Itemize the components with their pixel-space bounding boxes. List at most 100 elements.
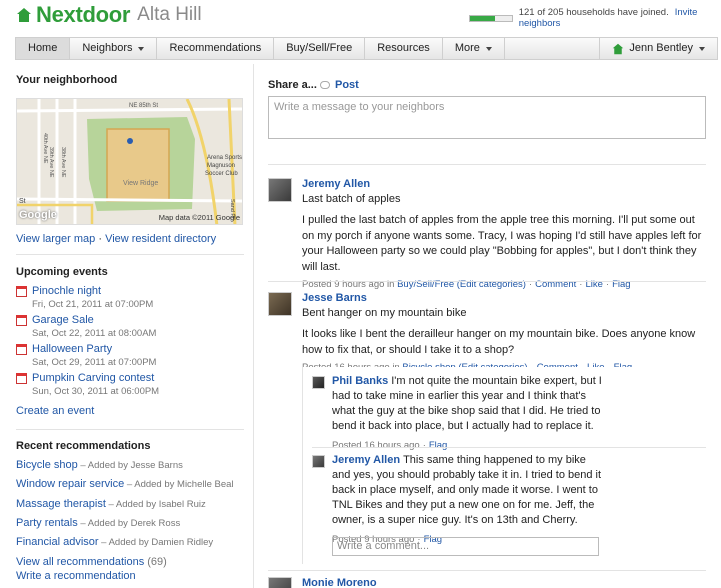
feed-divider bbox=[268, 281, 706, 282]
main-nav: Home Neighbors Recommendations Buy/Sell/… bbox=[15, 37, 718, 60]
comment-divider bbox=[312, 447, 706, 448]
avatar[interactable] bbox=[268, 577, 292, 588]
logo[interactable]: Nextdoor Alta Hill bbox=[16, 2, 202, 28]
recommender-link[interactable]: Isabel Ruiz bbox=[159, 499, 206, 510]
view-all-recommendations-link[interactable]: View all recommendations bbox=[16, 556, 144, 568]
view-larger-map-link[interactable]: View larger map bbox=[16, 233, 95, 245]
create-event-link[interactable]: Create an event bbox=[16, 405, 94, 417]
recommendation-item: Bicycle shop – Added by Jesse Barns bbox=[16, 459, 183, 471]
nav-buy-sell-free[interactable]: Buy/Sell/Free bbox=[274, 38, 366, 59]
nav-buy-sell-free-label: Buy/Sell/Free bbox=[286, 42, 353, 54]
recommendations-count: (69) bbox=[147, 556, 167, 568]
view-all-recommendations: View all recommendations (69) bbox=[16, 556, 167, 568]
calendar-icon bbox=[16, 373, 27, 384]
house-logo-icon bbox=[17, 8, 31, 22]
households-count: 121 of 205 households have joined. bbox=[518, 7, 669, 18]
comment-author-link[interactable]: Jeremy Allen bbox=[332, 454, 400, 466]
event-date: Sun, Oct 30, 2011 at 06:00PM bbox=[32, 386, 160, 397]
recent-recommendations-title: Recent recommendations bbox=[16, 440, 151, 452]
post-body: Jesse Barns Bent hanger on my mountain b… bbox=[302, 292, 702, 373]
added-by-text: – Added by bbox=[98, 537, 152, 548]
column-divider bbox=[253, 64, 254, 588]
chevron-down-icon bbox=[699, 46, 705, 51]
nav-resources[interactable]: Resources bbox=[365, 38, 443, 59]
map-links: View larger map · View resident director… bbox=[16, 233, 216, 245]
map-label: 39th Ave NE bbox=[48, 147, 54, 178]
recommendation-link[interactable]: Massage therapist bbox=[16, 498, 106, 510]
post-body: Jeremy Allen Last batch of apples I pull… bbox=[302, 178, 702, 290]
chevron-down-icon bbox=[485, 46, 492, 51]
progress-fill bbox=[470, 15, 495, 21]
event-info: Halloween Party Sat, Oct 29, 2011 at 07:0… bbox=[32, 343, 156, 368]
recommender-link[interactable]: Derek Ross bbox=[131, 518, 181, 529]
post-text: I pulled the last batch of apples from t… bbox=[302, 214, 702, 273]
progress-text: 121 of 205 households have joined. Invite… bbox=[519, 7, 721, 29]
nav-more[interactable]: More bbox=[443, 38, 505, 59]
author-link[interactable]: Jeremy Allen bbox=[302, 178, 370, 190]
map-links-separator: · bbox=[95, 233, 106, 245]
map-label: 40th Ave NE bbox=[42, 133, 48, 164]
map-label: Soccer Club bbox=[205, 171, 238, 177]
neighborhood-map[interactable]: NE 85th St 40th Ave NE 39th Ave NE 38th … bbox=[16, 98, 243, 225]
avatar[interactable] bbox=[312, 455, 325, 468]
avatar[interactable] bbox=[312, 376, 325, 389]
calendar-icon bbox=[16, 286, 27, 297]
recommendation-link[interactable]: Bicycle shop bbox=[16, 459, 78, 471]
comment-body: Phil Banks I'm not quite the mountain bik… bbox=[332, 374, 602, 453]
recommendation-item: Window repair service – Added by Michell… bbox=[16, 478, 234, 490]
recommender-link[interactable]: Damien Ridley bbox=[151, 537, 213, 548]
recommendation-item: Financial advisor – Added by Damien Ridl… bbox=[16, 536, 213, 548]
nav-recommendations[interactable]: Recommendations bbox=[157, 38, 275, 59]
map-attribution: Map data ©2011 Google bbox=[158, 213, 240, 222]
added-by-text: – Added by bbox=[105, 499, 159, 510]
your-neighborhood-title: Your neighborhood bbox=[16, 74, 118, 86]
nav-resources-label: Resources bbox=[377, 42, 430, 54]
added-by-text: – Added by bbox=[124, 479, 178, 490]
user-menu[interactable]: Jenn Bentley bbox=[599, 38, 717, 59]
comment-input[interactable]: Write a comment... bbox=[332, 537, 599, 556]
avatar[interactable] bbox=[268, 292, 292, 316]
event-info: Garage Sale Sat, Oct 22, 2011 at 08:00AM bbox=[32, 314, 156, 339]
event-info: Pinochle night Fri, Oct 21, 2011 at 07:00… bbox=[32, 285, 153, 310]
author-link[interactable]: Monie Moreno bbox=[302, 577, 377, 588]
map-label: Arena Sports bbox=[207, 155, 242, 161]
map-label: View Ridge bbox=[123, 180, 158, 187]
event-item: Garage Sale Sat, Oct 22, 2011 at 08:00AM bbox=[16, 314, 156, 339]
nav-recommendations-label: Recommendations bbox=[169, 42, 262, 54]
avatar[interactable] bbox=[268, 178, 292, 202]
map-label: 38th Ave NE bbox=[60, 147, 66, 178]
nav-home[interactable]: Home bbox=[16, 38, 71, 59]
event-link[interactable]: Garage Sale bbox=[32, 314, 156, 326]
recommendation-link[interactable]: Window repair service bbox=[16, 478, 124, 490]
post-tab-label: Post bbox=[335, 79, 359, 91]
map-label: NE 85th St bbox=[129, 103, 158, 109]
speech-bubble-icon bbox=[320, 81, 330, 89]
post-tab[interactable]: Post bbox=[320, 79, 359, 91]
event-date: Sat, Oct 22, 2011 at 08:00AM bbox=[32, 328, 157, 339]
nav-home-label: Home bbox=[28, 42, 58, 54]
post-body: Monie Moreno bbox=[302, 577, 702, 588]
event-link[interactable]: Pinochle night bbox=[32, 285, 153, 297]
flag-link[interactable]: Flag bbox=[429, 440, 447, 451]
recommendation-link[interactable]: Financial advisor bbox=[16, 536, 99, 548]
view-resident-directory-link[interactable]: View resident directory bbox=[105, 233, 216, 245]
nav-neighbors[interactable]: Neighbors bbox=[70, 38, 158, 59]
post-subject: Last batch of apples bbox=[302, 193, 401, 205]
map-graphic: NE 85th St 40th Ave NE 39th Ave NE 38th … bbox=[17, 99, 242, 224]
divider bbox=[16, 254, 244, 255]
recommendation-link[interactable]: Party rentals bbox=[16, 517, 78, 529]
recommender-link[interactable]: Jesse Barns bbox=[131, 460, 183, 471]
map-label: St bbox=[19, 198, 26, 205]
comment-author-link[interactable]: Phil Banks bbox=[332, 375, 388, 387]
write-recommendation-link[interactable]: Write a recommendation bbox=[16, 570, 136, 582]
recommender-link[interactable]: Michelle Beal bbox=[177, 479, 234, 490]
author-link[interactable]: Jesse Barns bbox=[302, 292, 367, 304]
user-name: Jenn Bentley bbox=[629, 42, 693, 54]
map-label: Magnuson bbox=[207, 163, 235, 169]
message-input[interactable]: Write a message to your neighbors bbox=[268, 96, 706, 139]
event-item: Halloween Party Sat, Oct 29, 2011 at 07:0… bbox=[16, 343, 156, 368]
event-link[interactable]: Halloween Party bbox=[32, 343, 156, 355]
calendar-icon bbox=[16, 315, 27, 326]
event-link[interactable]: Pumpkin Carving contest bbox=[32, 372, 159, 384]
